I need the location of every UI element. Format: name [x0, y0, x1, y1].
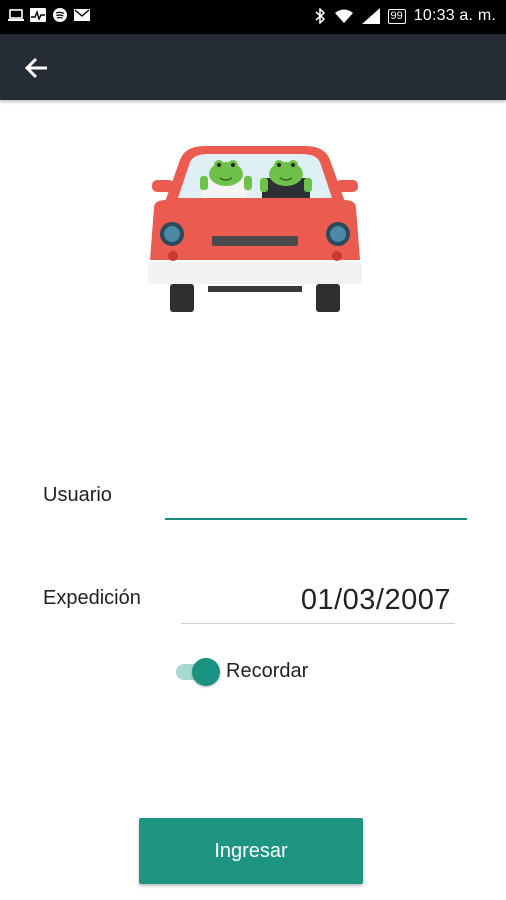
status-bar: 99 10:33 a. m.	[0, 0, 506, 34]
spotify-icon	[53, 8, 67, 22]
remember-toggle-thumb	[192, 658, 220, 686]
status-time: 10:33 a. m.	[413, 7, 496, 24]
mail-icon	[74, 9, 90, 21]
app-bar	[0, 34, 506, 100]
expedition-label: Expedición	[43, 587, 141, 609]
arrow-back-icon[interactable]	[20, 52, 52, 84]
wifi-icon	[334, 9, 353, 23]
activity-icon	[30, 8, 46, 22]
login-button[interactable]: Ingresar	[139, 818, 363, 884]
user-label: Usuario	[43, 484, 112, 506]
expedition-date-field[interactable]: 01/03/2007	[181, 580, 455, 624]
car-illustration	[148, 146, 362, 312]
status-bar-notifications	[8, 8, 90, 22]
bluetooth-icon	[315, 8, 325, 24]
laptop-icon	[8, 9, 24, 21]
status-bar-system: 99 10:33 a. m.	[314, 7, 497, 25]
battery-icon: 99	[387, 8, 406, 24]
remember-label: Recordar	[226, 660, 309, 682]
user-input[interactable]	[165, 486, 467, 520]
remember-toggle[interactable]	[174, 658, 220, 686]
signal-icon	[361, 8, 380, 24]
